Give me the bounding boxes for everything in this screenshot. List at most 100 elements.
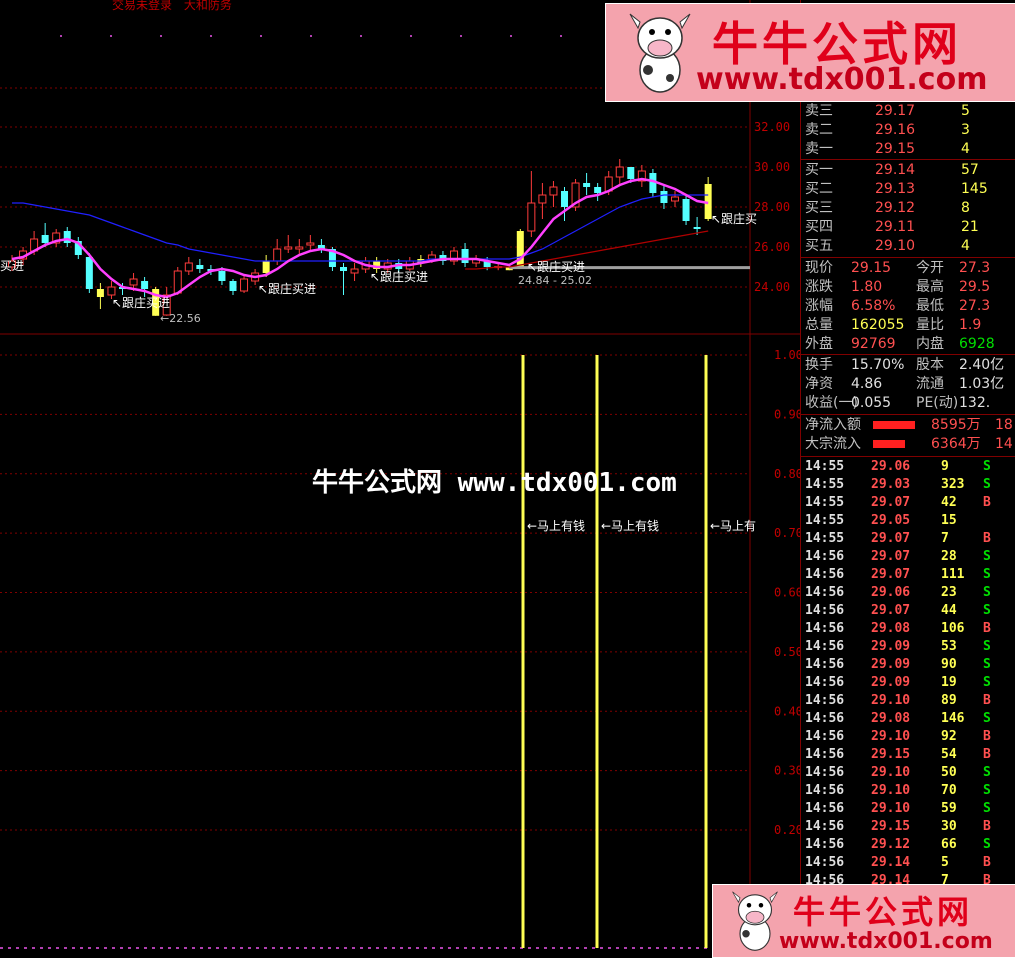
tick-volume: 106 [941,621,965,636]
tick-row: 14:56 29.10 50 S [801,764,1015,782]
tick-time: 14:55 [805,495,845,510]
tick-volume: 92 [941,729,957,744]
bid-volume: 8 [961,200,970,216]
candle-body [295,246,304,250]
candle-body [273,248,282,262]
tick-time: 14:56 [805,765,845,780]
cow-mascot-icon [629,13,691,93]
tick-row: 14:55 29.07 7 B [801,530,1015,548]
flow-extra: 18 [995,417,1013,433]
tick-time: 14:56 [805,639,845,654]
candle-body [262,261,270,273]
tick-time: 14:56 [805,693,845,708]
tick-time: 14:56 [805,675,845,690]
tick-time: 14:56 [805,819,845,834]
candle-body [340,267,347,271]
tick-volume: 7 [941,531,949,546]
stat-label: 总量 [805,317,833,333]
tick-volume: 15 [941,513,957,528]
follow-buy-label: ↖跟庄买进 [112,295,170,310]
top-dot [360,35,362,37]
candles [8,159,750,316]
tick-time: 14:56 [805,729,845,744]
banner-url: www.tdx001.com [779,929,993,954]
tick-price: 29.08 [871,711,911,726]
stat-label: 净资 [805,376,833,392]
bid-price: 29.11 [875,219,916,235]
low-price-label: ←22.56 [160,312,201,325]
stock-name[interactable]: 大和防务 [184,0,232,12]
quote-panel: 卖三 29.17 5 卖二 29.16 3 卖一 29.15 4 买一 29.14 57 买二 29.13… [800,0,1015,957]
top-dot [110,35,112,37]
tick-time: 14:56 [805,855,845,870]
panel-divider [801,257,1015,258]
candle-body [693,227,701,229]
tick-row: 14:56 29.10 89 B [801,692,1015,710]
tick-price: 29.03 [871,477,911,492]
stat-label: 股本 [916,357,944,373]
candle-body [184,262,193,272]
tick-volume: 50 [941,765,957,780]
candle-body [129,278,138,286]
tick-volume: 30 [941,819,957,834]
stat-value: 27.3 [959,298,991,314]
tick-volume: 146 [941,711,965,726]
bid-price: 29.13 [875,181,916,197]
tick-price: 29.06 [871,585,911,600]
stat-value: 6.58% [851,298,896,314]
stat-value: 29.5 [959,279,991,295]
stat-value: 162055 [851,317,905,333]
tick-side: S [983,459,991,474]
tick-price: 29.12 [871,837,911,852]
tick-row: 14:56 29.14 5 B [801,854,1015,872]
top-dot [160,35,162,37]
ask-price: 29.15 [875,141,916,157]
logo-banner-bottom: 牛牛公式网 www.tdx001.com [712,884,1015,958]
candle-body [615,166,624,178]
ask-row: 卖二 29.16 3 [801,121,1015,140]
login-status[interactable]: 交易未登录 [112,0,172,12]
candle-body [196,265,204,269]
tick-side: S [983,657,991,672]
indicator-tick-label: 0.40 [774,704,800,718]
follow-buy-label: 买进 [0,259,24,273]
bid-row: 买一 29.14 57 [801,161,1015,180]
stat-label: 流通 [916,376,944,392]
top-dot [510,35,512,37]
panel-divider [801,159,1015,160]
ask-label: 卖一 [805,141,833,157]
stat-value: 4.86 [851,376,883,392]
signal-label: ←马上有钱 [527,518,585,533]
ma-fast-line [11,177,709,299]
tick-row: 14:56 29.12 66 S [801,836,1015,854]
tick-volume: 70 [941,783,957,798]
banner-url: www.tdx001.com [696,62,988,97]
candle-body [107,286,116,296]
stat-label: 涨跌 [805,279,833,295]
candle-body [627,167,635,179]
tick-time: 14:55 [805,477,845,492]
tick-volume: 44 [941,603,957,618]
stat-row: 总量 162055 量比 1.9 [801,316,1015,335]
tick-volume: 66 [941,837,957,852]
tick-side: S [983,477,991,492]
tick-side: S [983,801,991,816]
bid-row: 买四 29.11 21 [801,218,1015,237]
tick-volume: 323 [941,477,965,492]
candle-body [240,278,249,292]
stat-value: 1.9 [959,317,982,333]
candle-body [561,191,568,207]
tick-price: 29.07 [871,603,911,618]
tick-volume: 111 [941,567,965,582]
bid-label: 买四 [805,219,833,235]
tick-time: 14:55 [805,513,845,528]
stat-label: 收益(一) [805,395,858,411]
indicator-tick-label: 0.30 [774,764,800,778]
price-tick-label: 26.00 [754,240,790,254]
tick-side: S [983,675,991,690]
indicator-tick-label: 0.70 [774,526,800,540]
panel-divider [801,456,1015,457]
stat-label: 量比 [916,317,944,333]
tick-row: 14:56 29.09 53 S [801,638,1015,656]
tick-side: B [983,855,991,870]
